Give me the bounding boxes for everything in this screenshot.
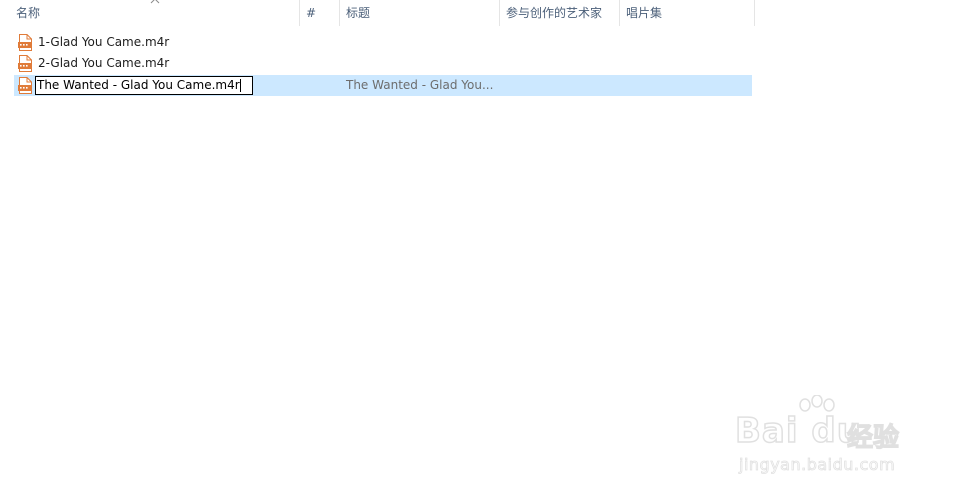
text-caret	[239, 79, 241, 92]
audio-file-icon	[18, 34, 32, 51]
column-divider[interactable]	[754, 0, 755, 26]
watermark-brand: Bai du	[734, 410, 862, 452]
column-header-album-label: 唱片集	[626, 6, 663, 20]
file-row[interactable]: 1-Glad You Came.m4r	[14, 32, 752, 53]
column-header-name-label: 名称	[16, 6, 41, 20]
column-header-bar: 名称 # 标题 参与创作的艺术家 唱片集	[0, 0, 963, 28]
sort-ascending-icon	[150, 0, 160, 4]
audio-file-icon	[18, 77, 32, 94]
rename-input-text: The Wanted - Glad You Came.m4r	[37, 78, 240, 92]
file-name: 1-Glad You Came.m4r	[38, 35, 170, 49]
file-row[interactable]: 2-Glad You Came.m4r	[14, 53, 752, 74]
column-header-title-label: 标题	[346, 6, 371, 20]
watermark-url: jingyan.baidu.com	[739, 455, 896, 475]
file-row-selected[interactable]: The Wanted - Glad You Came.m4r The Wante…	[14, 75, 752, 96]
watermark-brand-cn: 经验	[846, 422, 900, 453]
file-name: 2-Glad You Came.m4r	[38, 56, 170, 70]
column-header-album[interactable]: 唱片集	[620, 0, 755, 26]
rename-input[interactable]: The Wanted - Glad You Came.m4r	[35, 76, 253, 95]
column-header-number-label: #	[306, 6, 317, 20]
column-header-number[interactable]: #	[300, 0, 340, 26]
column-header-artist-label: 参与创作的艺术家	[506, 6, 603, 20]
file-title: The Wanted - Glad You...	[346, 78, 494, 92]
baidu-jingyan-watermark: Bai du 经验 jingyan.baidu.com	[734, 395, 935, 485]
audio-file-icon	[18, 55, 32, 72]
column-header-title[interactable]: 标题	[340, 0, 500, 26]
column-header-artist[interactable]: 参与创作的艺术家	[500, 0, 620, 26]
